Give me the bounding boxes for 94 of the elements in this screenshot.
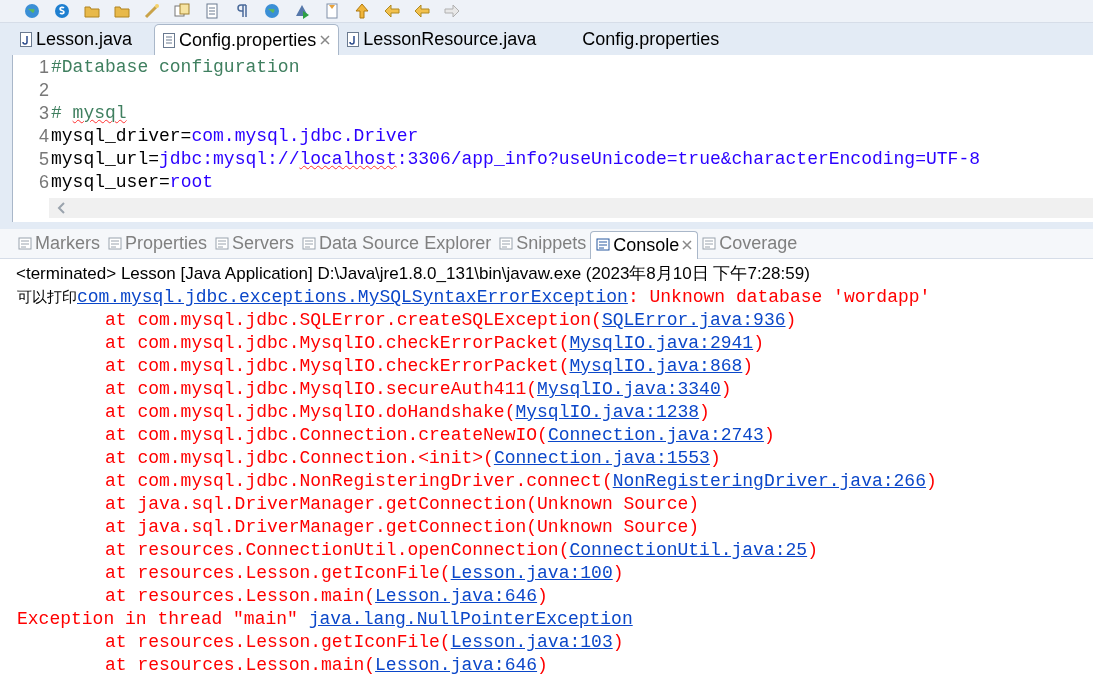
stack-trace-link[interactable]: MysqlIO.java:3340 [537,378,721,401]
stack-trace-link[interactable]: Lesson.java:103 [450,631,613,654]
console-text: ) [537,585,548,608]
up-arrow-icon[interactable] [354,3,370,19]
wand-icon[interactable] [144,3,160,19]
s-logo-icon[interactable] [54,3,70,19]
view-tab[interactable]: Data Source Explorer [298,229,496,258]
view-tab[interactable]: Markers [14,229,104,258]
console-text: at resources.Lesson.main( [104,654,376,677]
java-file-icon [347,32,360,47]
code-line: mysql_user=root [51,171,214,194]
console-text: at resources.Lesson.getIconFile( [104,562,451,585]
stack-trace-link[interactable]: MysqlIO.java:2941 [569,332,754,355]
view-tab[interactable]: Console [590,230,699,259]
console-text: at com.mysql.jdbc.Connection.<init>( [104,447,494,470]
console-text: at com.mysql.jdbc.MysqlIO.checkErrorPacket( [104,355,570,378]
document-icon[interactable] [204,3,220,19]
editor-tab[interactable]: Config.properties [154,24,340,55]
text-file-icon [163,32,176,48]
line-number: 2 [38,79,50,102]
line-number: 6 [38,171,50,194]
stack-trace-link[interactable]: MysqlIO.java:1238 [515,401,700,424]
console-text: ) [612,562,624,585]
view-tab[interactable]: Properties [104,229,212,258]
close-icon[interactable] [682,240,693,250]
editor-tab[interactable]: Config.properties [558,24,728,55]
console-header: <terminated> Lesson [Java Application] D:\Java\jre1.8.0_131\bin\javaw.exe (2023年8月10日 下午7:28:59) [15,263,811,285]
code-line: mysql_url=jdbc:mysql://localhost:3306/app_info?useUnicode=true&characterEncoding=UTF-8 [51,148,980,171]
stack-trace-link[interactable]: Lesson.java:646 [375,654,538,677]
console-text: ) [807,539,818,562]
run-icon[interactable] [294,3,310,19]
stack-trace-link[interactable]: Lesson.java:646 [375,585,538,608]
globe-icon[interactable] [264,3,280,19]
line-number: 5 [38,148,50,171]
stack-trace-link[interactable]: MysqlIO.java:868 [569,355,743,378]
line-number: 3 [38,102,50,125]
console-text: at resources.ConnectionUtil.openConnection( [104,539,570,562]
console-text: at java.sql.DriverManager.getConnection(Unknown Source) [104,516,700,539]
misspelled-word: localhost [299,149,397,169]
console-icon [596,238,611,252]
misspelled-word: mysql [72,103,127,123]
stack-trace-link[interactable]: com.mysql.jdbc.exceptions.MySQLSyntaxErrorException [77,286,628,309]
console-text: at com.mysql.jdbc.SQLError.createSQLException( [104,309,602,332]
view-tab[interactable]: Coverage [698,229,802,258]
console-text: 可以打印 [17,287,77,308]
code-line: mysql_driver=com.mysql.jdbc.Driver [51,125,419,148]
line-number: 4 [38,125,50,148]
console-text: ) [763,424,775,447]
editor-tab[interactable]: Lesson.java [12,24,141,55]
stack-trace-link[interactable]: Connection.java:2743 [547,424,764,447]
stack-trace-link[interactable]: NonRegisteringDriver.java:266 [612,470,926,493]
line-number: 1 [38,56,50,79]
code-line: #Database configuration [51,56,300,79]
console-text: at com.mysql.jdbc.MysqlIO.secureAuth411( [104,378,538,401]
console-text: ) [709,447,721,470]
stack-trace-link[interactable]: Connection.java:1553 [493,447,710,470]
console-text: : Unknown database 'wordapp' [627,286,931,309]
globe-icon[interactable] [24,3,40,19]
code-line: # mysql [51,102,127,125]
console-text: ) [925,470,937,493]
forward-arrow-icon[interactable] [444,3,460,19]
console-text: ) [742,355,754,378]
folder-icon[interactable] [114,3,130,19]
stack-trace-link[interactable]: SQLError.java:936 [601,309,786,332]
console-text: ) [699,401,710,424]
console-text: at com.mysql.jdbc.NonRegisteringDriver.connect( [104,470,613,493]
view-tab[interactable]: Snippets [495,229,591,258]
console-text: ) [612,631,624,654]
console-text: at com.mysql.jdbc.MysqlIO.doHandshake( [104,401,516,424]
horizontal-scrollbar[interactable] [49,198,1093,218]
bookmark-icon[interactable] [324,3,340,19]
java-file-icon [20,32,32,47]
back-arrow-icon[interactable] [384,3,400,19]
console-text: ) [785,309,797,332]
stack-trace-link[interactable]: Lesson.java:100 [450,562,613,585]
editor-tab[interactable]: LessonResource.java [339,24,545,55]
console-text: at com.mysql.jdbc.MysqlIO.checkErrorPacket( [104,332,570,355]
console-text: ) [537,654,548,677]
console-text: ) [720,378,732,401]
stack-trace-link[interactable]: ConnectionUtil.java:25 [569,539,808,562]
console-text: at resources.Lesson.main( [104,585,376,608]
console-text: Exception in thread "main" [17,608,299,631]
back-arrow-icon[interactable] [414,3,430,19]
console-text: at com.mysql.jdbc.Connection.createNewIO( [104,424,548,447]
stack-trace-link[interactable]: java.lang.NullPointerException [308,608,633,631]
view-tab[interactable]: Servers [211,229,299,258]
folder-icon[interactable] [84,3,100,19]
console-text: ) [753,332,764,355]
scroll-left-icon[interactable] [57,202,67,214]
close-icon[interactable] [320,35,331,45]
copy-icon[interactable] [174,3,190,19]
pilcrow-icon[interactable] [234,3,250,19]
console-text: at java.sql.DriverManager.getConnection(Unknown Source) [104,493,700,516]
console-text: at resources.Lesson.getIconFile( [104,631,451,654]
